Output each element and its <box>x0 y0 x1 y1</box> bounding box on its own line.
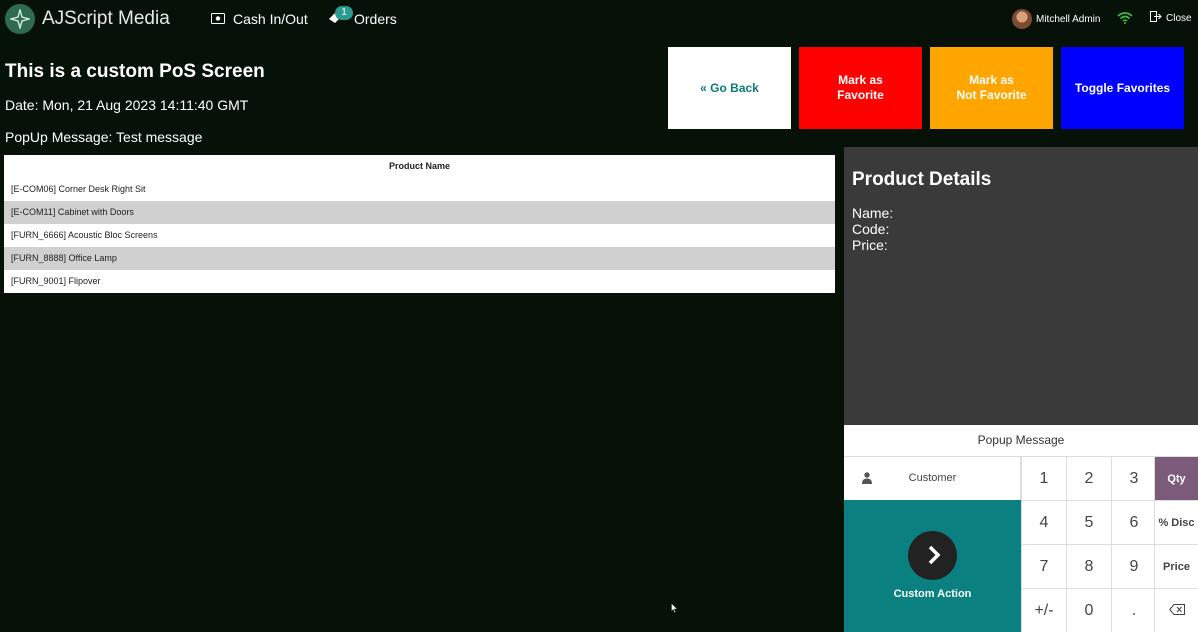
numpad-key-1[interactable]: 1 <box>1021 456 1066 500</box>
backspace-icon <box>1168 603 1185 618</box>
close-label: Close <box>1166 12 1192 24</box>
table-row[interactable]: [E-COM11] Cabinet with Doors <box>4 201 835 224</box>
price-label: Price: <box>852 237 888 253</box>
mark-not-favorite-label: Mark as Not Favorite <box>956 73 1027 102</box>
go-back-button[interactable]: « Go Back <box>668 47 791 129</box>
popup-message-text: PopUp Message: Test message <box>5 129 203 145</box>
numpad-key-0[interactable]: 0 <box>1066 588 1111 632</box>
mode-price-button[interactable]: Price <box>1154 544 1198 588</box>
popup-message-button[interactable]: Popup Message <box>844 425 1198 456</box>
user-menu[interactable]: Mitchell Admin <box>1012 9 1100 29</box>
numpad-key-decimal[interactable]: . <box>1111 588 1156 632</box>
orders-count-badge: 1 <box>335 6 353 20</box>
numpad-key-4[interactable]: 4 <box>1021 500 1066 544</box>
brand-name: AJScript Media <box>42 8 170 29</box>
mouse-cursor-icon <box>671 600 678 618</box>
chevron-right-icon <box>908 531 957 580</box>
close-button[interactable]: Close <box>1150 11 1192 25</box>
product-details-panel: Product Details Name: Code: Price: <box>844 147 1198 425</box>
wifi-icon <box>1117 11 1133 29</box>
name-label: Name: <box>852 205 894 221</box>
mode-discount-button[interactable]: % Disc <box>1154 500 1198 544</box>
sign-out-icon <box>1150 11 1162 25</box>
go-back-label: « Go Back <box>700 80 759 95</box>
table-row[interactable]: [FURN_8888] Office Lamp <box>4 247 835 270</box>
custom-action-label: Custom Action <box>893 588 972 600</box>
user-name: Mitchell Admin <box>1036 13 1101 25</box>
mark-favorite-button[interactable]: Mark as Favorite <box>799 47 922 129</box>
backspace-button[interactable] <box>1154 588 1198 632</box>
table-row[interactable]: [E-COM06] Corner Desk Right Sit <box>4 178 835 201</box>
product-table: Product Name [E-COM06] Corner Desk Right… <box>4 155 835 293</box>
toggle-favorites-label: Toggle Favorites <box>1074 80 1171 95</box>
column-header-product-name: Product Name <box>388 161 450 171</box>
numpad-key-plus-minus[interactable]: +/- <box>1021 588 1066 632</box>
table-row[interactable]: [FURN_6666] Acoustic Bloc Screens <box>4 224 835 247</box>
numpad-key-8[interactable]: 8 <box>1066 544 1111 588</box>
mark-not-favorite-button[interactable]: Mark as Not Favorite <box>930 47 1053 129</box>
numpad-key-5[interactable]: 5 <box>1066 500 1111 544</box>
numpad-key-3[interactable]: 3 <box>1111 456 1156 500</box>
cash-in-out-label: Cash In/Out <box>233 11 308 27</box>
orders-label: Orders <box>354 11 397 27</box>
mark-favorite-label: Mark as Favorite <box>837 73 884 102</box>
logo-icon <box>5 4 35 34</box>
customer-label: Customer <box>908 472 957 484</box>
cash-in-out-button[interactable]: Cash In/Out <box>211 11 308 27</box>
top-bar: AJScript Media Cash In/Out Orders 1 Mitc… <box>0 0 1198 38</box>
date-text: Date: Mon, 21 Aug 2023 14:11:40 GMT <box>5 97 249 113</box>
code-label: Code: <box>852 221 890 237</box>
numpad-key-2[interactable]: 2 <box>1066 456 1111 500</box>
toggle-favorites-button[interactable]: Toggle Favorites <box>1061 47 1184 129</box>
avatar <box>1012 9 1032 29</box>
cash-icon <box>211 11 225 27</box>
numpad-key-7[interactable]: 7 <box>1021 544 1066 588</box>
numpad-key-9[interactable]: 9 <box>1111 544 1156 588</box>
table-row[interactable]: [FURN_9001] Flipover <box>4 270 835 293</box>
custom-action-button[interactable]: Custom Action <box>844 500 1021 632</box>
product-details-title: Product Details <box>852 169 992 190</box>
page-title: This is a custom PoS Screen <box>5 61 265 82</box>
customer-button[interactable]: Customer <box>844 456 1021 500</box>
numpad-key-6[interactable]: 6 <box>1111 500 1156 544</box>
mode-qty-button[interactable]: Qty <box>1154 456 1198 500</box>
